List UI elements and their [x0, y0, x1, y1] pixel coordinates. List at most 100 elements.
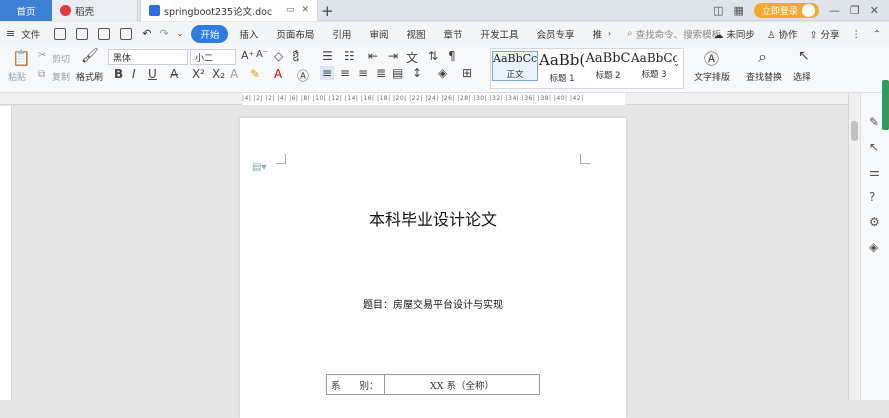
select-icon[interactable]: ↖: [798, 48, 810, 64]
pointer-icon[interactable]: ↖: [869, 140, 879, 154]
table-cell-value[interactable]: XX 系（全称）: [384, 374, 540, 395]
tab-home[interactable]: 首页: [0, 0, 52, 21]
table-cell-label[interactable]: 系 别：: [326, 374, 385, 395]
login-button[interactable]: 立即登录: [753, 3, 819, 18]
italic-icon[interactable]: I: [132, 67, 136, 81]
clear-format-icon[interactable]: ◇: [274, 49, 283, 63]
bullet-list-icon[interactable]: ☰: [322, 49, 333, 63]
vertical-ruler[interactable]: [0, 106, 12, 400]
chinese-layout-icon[interactable]: 文: [406, 49, 418, 66]
font-size-select[interactable]: 小二: [190, 49, 236, 65]
menu-review[interactable]: 审阅: [362, 24, 395, 44]
shrink-font-icon[interactable]: A⁻: [256, 49, 268, 60]
close-window-icon[interactable]: ✕: [870, 4, 879, 17]
text-layout-icon[interactable]: Ⓐ: [704, 48, 719, 69]
menu-reference[interactable]: 引用: [325, 24, 358, 44]
decrease-indent-icon[interactable]: ⇤: [368, 49, 378, 63]
shading-icon[interactable]: ◈: [438, 66, 447, 80]
superscript-icon[interactable]: X²: [192, 67, 205, 81]
export-icon[interactable]: [76, 27, 89, 40]
command-search[interactable]: ⌕ 查找命令、搜索模板: [627, 27, 721, 41]
document-page[interactable]: ▤▾ 本科毕业设计论文 题目：房屋交易平台设计与实现 系 别： XX 系（全称）: [240, 118, 626, 418]
menu-chapter[interactable]: 章节: [436, 24, 469, 44]
close-tab-icon[interactable]: ✕: [301, 5, 309, 15]
menu-page-layout[interactable]: 页面布局: [269, 24, 321, 44]
print-icon[interactable]: [98, 27, 111, 40]
hamburger-icon[interactable]: ≡: [6, 27, 15, 40]
undo-icon[interactable]: ↶: [142, 27, 151, 40]
style-heading-2[interactable]: AaBbC 标题 2: [585, 51, 631, 81]
paste-label[interactable]: 粘贴: [8, 70, 26, 83]
underline-icon[interactable]: U: [148, 67, 157, 81]
restore-icon[interactable]: ❐: [850, 4, 860, 17]
side-tab[interactable]: [882, 80, 889, 130]
find-replace-label[interactable]: 查找替换: [746, 70, 782, 83]
text-layout-label[interactable]: 文字排版: [694, 70, 730, 83]
menu-scroll-icon[interactable]: ›: [608, 29, 611, 38]
vertical-scrollbar[interactable]: [848, 93, 860, 400]
highlight-icon[interactable]: ✎: [250, 67, 260, 81]
subscript-icon[interactable]: X₂: [212, 67, 225, 81]
menu-dev-tools[interactable]: 开发工具: [473, 24, 525, 44]
location-icon[interactable]: ◈: [869, 240, 878, 254]
align-center-icon[interactable]: ≡: [340, 66, 350, 80]
char-border-icon[interactable]: Ⓐ: [297, 67, 309, 84]
paragraph-handle-icon[interactable]: ▤▾: [252, 162, 266, 173]
style-scroll-icon[interactable]: ⌃⌄: [667, 59, 680, 68]
more-icon[interactable]: ⋮: [852, 29, 862, 40]
menu-start[interactable]: 开始: [191, 24, 229, 43]
adjust-icon[interactable]: ⚌: [869, 165, 880, 179]
redo-icon[interactable]: ↷: [159, 27, 168, 40]
grow-font-icon[interactable]: A⁺: [241, 49, 254, 62]
edit-icon[interactable]: ✎: [869, 115, 879, 129]
apps-grid-icon[interactable]: ▦: [733, 4, 743, 17]
menu-file[interactable]: 文件: [19, 24, 47, 44]
cut-icon[interactable]: ✂: [38, 50, 46, 61]
collapse-icon[interactable]: ⌃: [873, 29, 881, 40]
scroll-thumb[interactable]: [851, 121, 858, 141]
strikethrough-icon[interactable]: A̶: [170, 67, 178, 81]
settings-icon[interactable]: ⚙: [869, 215, 880, 229]
new-tab-button[interactable]: +: [321, 2, 334, 20]
align-right-icon[interactable]: ≡: [358, 66, 368, 80]
cut-label[interactable]: 剪切: [52, 52, 70, 65]
menu-view[interactable]: 视图: [399, 24, 432, 44]
print-preview-icon[interactable]: [120, 27, 133, 40]
copy-label[interactable]: 复制: [52, 70, 70, 83]
dropdown-icon[interactable]: ⌄: [177, 29, 184, 38]
help-icon[interactable]: ?: [869, 190, 875, 204]
tab-document[interactable]: springboot235论文.doc ▭ ✕: [140, 0, 318, 21]
phonetic-icon[interactable]: ឳ: [292, 49, 300, 67]
copy-icon[interactable]: ⧉: [38, 69, 45, 80]
sort-icon[interactable]: ⇅: [428, 49, 438, 63]
sync-status[interactable]: ☁ 未同步: [714, 27, 755, 41]
menu-vip[interactable]: 会员专享: [530, 24, 582, 44]
style-normal[interactable]: AaBbCcI 正文: [492, 51, 538, 81]
layout-icon[interactable]: ◫: [713, 4, 723, 17]
paste-icon[interactable]: 📋: [12, 49, 31, 67]
screen-icon[interactable]: ▭: [286, 5, 295, 15]
collab-button[interactable]: ♙ 协作: [767, 27, 798, 41]
increase-indent-icon[interactable]: ⇥: [388, 49, 398, 63]
horizontal-ruler[interactable]: |4| |2| |2| |4| |6| |8| |10| |12| |14| |…: [0, 93, 889, 105]
style-heading-1[interactable]: AaBb( 标题 1: [539, 51, 585, 84]
menu-more[interactable]: 推: [586, 24, 605, 44]
show-marks-icon[interactable]: ¶: [448, 49, 456, 63]
format-painter-label[interactable]: 格式刷: [76, 70, 103, 83]
format-painter-icon[interactable]: 🖌: [81, 48, 99, 64]
align-left-icon[interactable]: ≡: [320, 66, 335, 80]
font-color-icon[interactable]: A: [274, 67, 282, 81]
find-replace-icon[interactable]: ⌕: [758, 47, 767, 67]
select-label[interactable]: 选择: [793, 70, 811, 83]
menu-insert[interactable]: 插入: [232, 24, 265, 44]
tab-daoke[interactable]: 稻壳: [52, 0, 138, 21]
save-icon[interactable]: [54, 27, 67, 40]
share-button[interactable]: ⇪ 分享: [810, 27, 840, 41]
text-effect-icon[interactable]: A: [230, 67, 238, 81]
borders-icon[interactable]: ⊞: [462, 66, 472, 80]
number-list-icon[interactable]: ☷: [344, 49, 355, 63]
line-spacing-icon[interactable]: ↕: [412, 66, 422, 80]
font-name-select[interactable]: 黑体: [108, 49, 188, 65]
minimize-icon[interactable]: —: [829, 4, 840, 17]
bold-icon[interactable]: B: [114, 67, 123, 81]
